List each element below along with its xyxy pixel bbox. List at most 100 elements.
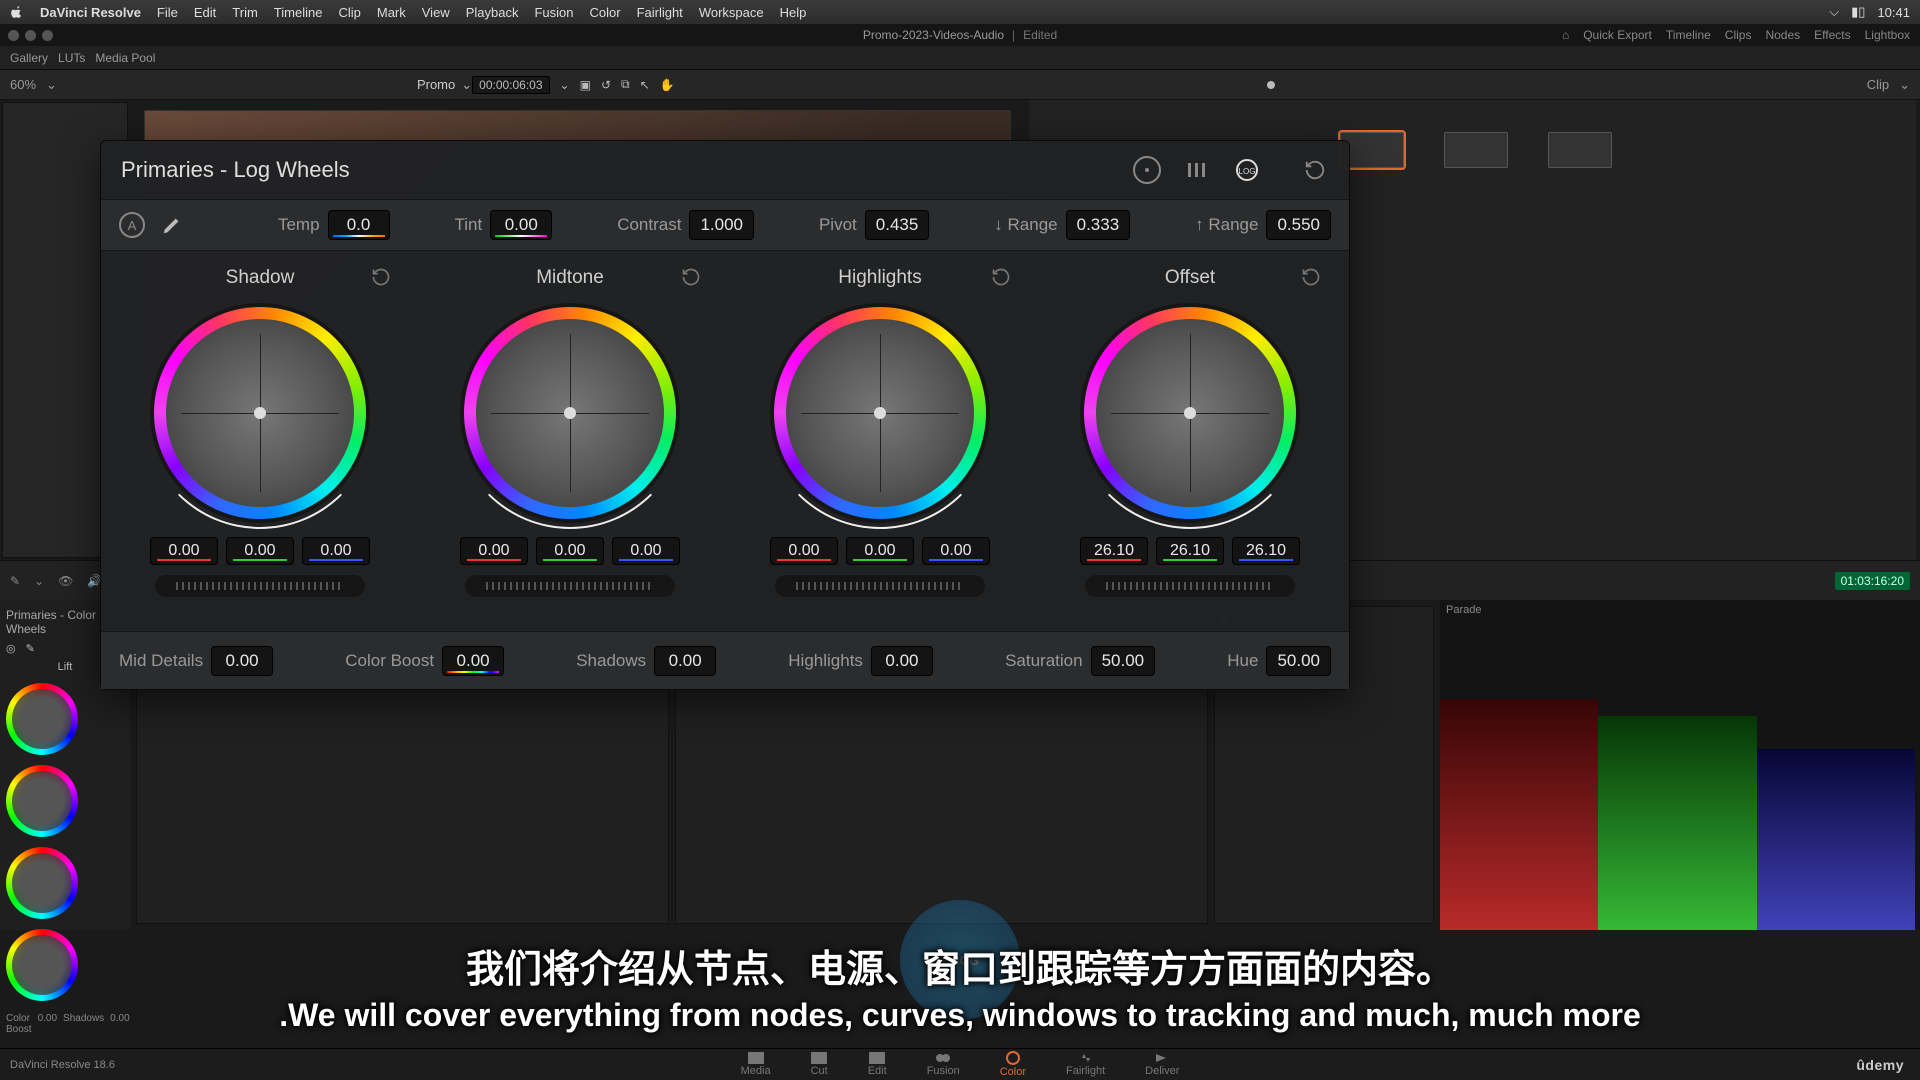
quick-export[interactable]: Quick Export [1583, 28, 1652, 42]
node-thumb[interactable] [1444, 132, 1508, 168]
low-range-value[interactable]: 0.333 [1066, 210, 1131, 240]
shadow-jog[interactable] [155, 575, 365, 597]
primaries-log-icon[interactable]: LOG [1233, 156, 1261, 184]
tb-nodes[interactable]: Nodes [1765, 28, 1800, 42]
primaries-wheels-icon[interactable] [1133, 156, 1161, 184]
mini-wheel-lift[interactable] [6, 683, 78, 755]
shadow-b[interactable]: 0.00 [302, 537, 370, 565]
reset-offset-icon[interactable] [1301, 267, 1323, 289]
tab-fairlight[interactable]: Fairlight [1066, 1052, 1105, 1077]
shadow-g[interactable]: 0.00 [226, 537, 294, 565]
battery-icon[interactable]: ▮▯ [1851, 4, 1865, 20]
tab-edit[interactable]: Edit [868, 1052, 887, 1077]
middetails-value[interactable]: 0.00 [211, 646, 273, 676]
tb-effects[interactable]: Effects [1814, 28, 1850, 42]
tb-lightbox[interactable]: Lightbox [1865, 28, 1910, 42]
mini-wheel-gamma[interactable] [6, 765, 78, 837]
offset-r[interactable]: 26.10 [1080, 537, 1148, 565]
menu-timeline[interactable]: Timeline [274, 5, 323, 20]
saturation-value[interactable]: 50.00 [1091, 646, 1156, 676]
node-thumb[interactable] [1548, 132, 1612, 168]
luts-btn[interactable]: LUTs [58, 51, 85, 65]
gallery-btn[interactable]: Gallery [10, 51, 48, 65]
midtone-b[interactable]: 0.00 [612, 537, 680, 565]
highlights-value[interactable]: 0.00 [871, 646, 933, 676]
shadows-value[interactable]: 0.00 [654, 646, 716, 676]
wheel-highlights[interactable] [770, 303, 990, 523]
menu-help[interactable]: Help [780, 5, 807, 20]
mini-eyedropper-icon[interactable]: ✎ [26, 642, 35, 655]
highlight-icon[interactable]: ▣ [580, 78, 591, 92]
menu-home-icon[interactable]: ⌂ [1562, 28, 1569, 42]
offset-g[interactable]: 26.10 [1156, 537, 1224, 565]
keyframe-marker[interactable] [1267, 81, 1275, 89]
view-icon[interactable]: 👁 [58, 574, 73, 588]
shadow-r[interactable]: 0.00 [150, 537, 218, 565]
chevron-down-icon[interactable]: ⌄ [34, 574, 44, 588]
unmix-icon[interactable]: ↺ [601, 78, 611, 92]
midtone-jog[interactable] [465, 575, 675, 597]
menu-playback[interactable]: Playback [466, 5, 519, 20]
colorboost-value[interactable]: 0.00 [442, 646, 504, 676]
mini-colorboost-val[interactable]: 0.00 [38, 1013, 57, 1035]
menu-file[interactable]: File [157, 5, 178, 20]
offset-jog[interactable] [1085, 575, 1295, 597]
menu-workspace[interactable]: Workspace [699, 5, 764, 20]
eyedropper-icon[interactable]: ✎ [10, 574, 20, 588]
tab-media[interactable]: Media [741, 1052, 771, 1077]
mediapool-btn[interactable]: Media Pool [95, 51, 155, 65]
timecode-display[interactable]: 00:00:06:03 [472, 76, 549, 94]
wheel-shadow[interactable] [150, 303, 370, 523]
highlights-r[interactable]: 0.00 [770, 537, 838, 565]
wheel-offset[interactable] [1080, 303, 1300, 523]
wifi-icon[interactable]: ⌵ [1829, 4, 1839, 20]
chevron-down-icon[interactable]: ⌄ [1899, 77, 1910, 93]
mini-wheel-offset[interactable] [6, 929, 78, 1001]
high-range-value[interactable]: 0.550 [1266, 210, 1331, 240]
menu-clip[interactable]: Clip [338, 5, 360, 20]
zoom-value[interactable]: 60% [10, 77, 36, 92]
menu-trim[interactable]: Trim [232, 5, 258, 20]
panel-reset-icon[interactable] [1301, 156, 1329, 184]
dropdown-icon[interactable]: ⌄ [560, 78, 570, 92]
menu-fusion[interactable]: Fusion [534, 5, 573, 20]
reset-shadow-icon[interactable] [371, 267, 393, 289]
split-icon[interactable]: ⧉ [621, 77, 630, 92]
scope-parade[interactable]: Parade [1440, 600, 1920, 930]
hand-icon[interactable]: ✋ [660, 78, 675, 92]
midtone-g[interactable]: 0.00 [536, 537, 604, 565]
midtone-r[interactable]: 0.00 [460, 537, 528, 565]
chevron-down-icon[interactable]: ⌄ [461, 77, 472, 93]
menu-mark[interactable]: Mark [377, 5, 406, 20]
reset-highlights-icon[interactable] [991, 267, 1013, 289]
menu-view[interactable]: View [422, 5, 450, 20]
app-name[interactable]: DaVinci Resolve [40, 5, 141, 20]
wheel-midtone[interactable] [460, 303, 680, 523]
close-dot[interactable] [8, 30, 19, 41]
highlights-g[interactable]: 0.00 [846, 537, 914, 565]
menu-color[interactable]: Color [589, 5, 620, 20]
menu-edit[interactable]: Edit [194, 5, 216, 20]
min-dot[interactable] [25, 30, 36, 41]
zoom-chevron-icon[interactable]: ⌄ [46, 77, 57, 93]
max-dot[interactable] [42, 30, 53, 41]
tint-value[interactable]: 0.00 [490, 210, 552, 240]
tab-fusion[interactable]: Fusion [927, 1052, 960, 1077]
node-graph[interactable] [1340, 110, 1860, 190]
tab-deliver[interactable]: Deliver [1145, 1052, 1179, 1077]
contrast-value[interactable]: 1.000 [689, 210, 754, 240]
hue-value[interactable]: 50.00 [1266, 646, 1331, 676]
pivot-value[interactable]: 0.435 [865, 210, 930, 240]
mini-shadows-val[interactable]: 0.00 [110, 1013, 129, 1035]
highlights-b[interactable]: 0.00 [922, 537, 990, 565]
auto-balance-icon[interactable]: A [119, 212, 145, 238]
temp-value[interactable]: 0.0 [328, 210, 390, 240]
cursor-icon[interactable]: ↖ [640, 78, 650, 92]
tab-cut[interactable]: Cut [811, 1052, 828, 1077]
reset-midtone-icon[interactable] [681, 267, 703, 289]
highlights-jog[interactable] [775, 575, 985, 597]
clip-label[interactable]: Clip [1867, 77, 1889, 92]
tb-timeline[interactable]: Timeline [1666, 28, 1711, 42]
mini-wheel-gain[interactable] [6, 847, 78, 919]
pick-white-icon[interactable] [161, 214, 183, 236]
